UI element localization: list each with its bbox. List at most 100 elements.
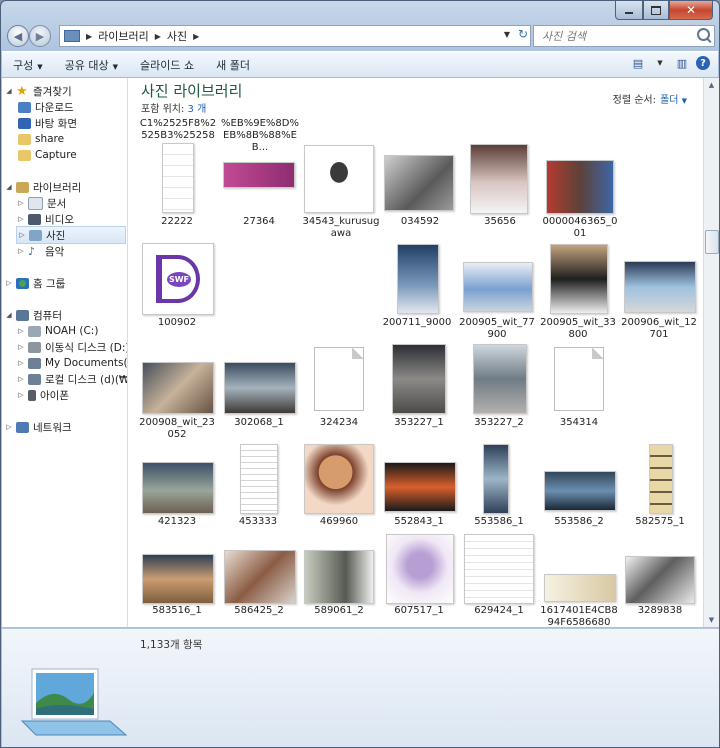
- file-thumbnail[interactable]: [625, 556, 695, 604]
- file-label[interactable]: 586425_2: [219, 605, 299, 617]
- share-with-button[interactable]: 공유 대상 ▼: [54, 57, 129, 73]
- breadcrumb-separator-icon[interactable]: ▶: [84, 32, 94, 41]
- file-thumbnail[interactable]: [463, 262, 533, 312]
- file-label[interactable]: 35656: [460, 216, 540, 228]
- nav-drive-d[interactable]: ▷ 이동식 디스크 (D:): [16, 339, 127, 355]
- file-label[interactable]: 583516_1: [137, 605, 217, 617]
- expand-icon[interactable]: ▷: [16, 327, 26, 335]
- file-thumbnail[interactable]: [464, 534, 534, 604]
- expand-icon[interactable]: ▷: [16, 391, 26, 399]
- generic-file-icon[interactable]: [554, 347, 604, 411]
- expand-icon[interactable]: ◢: [4, 87, 14, 95]
- file-label[interactable]: 582575_1: [620, 516, 700, 528]
- search-box[interactable]: [533, 25, 715, 47]
- file-label[interactable]: 0000046365_001: [540, 216, 620, 240]
- refresh-icon[interactable]: ↻: [518, 27, 528, 41]
- file-label[interactable]: 324234: [299, 417, 379, 429]
- file-label[interactable]: 353227_2: [459, 417, 539, 429]
- file-label[interactable]: 100902: [137, 317, 217, 329]
- file-thumbnail[interactable]: [304, 550, 374, 604]
- file-thumbnail[interactable]: [386, 534, 454, 604]
- nav-capture[interactable]: Capture: [16, 147, 77, 163]
- file-label[interactable]: 629424_1: [459, 605, 539, 617]
- nav-homegroup[interactable]: ▷ 홈 그룹: [4, 275, 65, 291]
- file-label[interactable]: 354314: [539, 417, 619, 429]
- nav-localdisk[interactable]: ▷ 로컬 디스크 (d)(₩₩: [16, 371, 127, 387]
- search-input[interactable]: [540, 28, 694, 44]
- address-bar[interactable]: ▶ 라이브러리 ▶ 사진 ▶ ▼ ↻: [59, 25, 531, 47]
- nav-documents[interactable]: ▷ 문서: [16, 195, 66, 211]
- file-label[interactable]: 453333: [218, 516, 298, 528]
- file-thumbnail[interactable]: [142, 362, 214, 414]
- file-label[interactable]: 353227_1: [379, 417, 459, 429]
- file-label[interactable]: 27364: [219, 216, 299, 228]
- breadcrumb-separator-icon[interactable]: ▶: [191, 32, 201, 41]
- file-thumbnail[interactable]: [550, 244, 608, 314]
- expand-icon[interactable]: ▷: [16, 215, 26, 223]
- file-thumbnail[interactable]: [546, 160, 614, 214]
- file-thumbnail[interactable]: [397, 244, 439, 314]
- search-icon[interactable]: [697, 28, 710, 41]
- file-label[interactable]: 200905_wit_33800: [538, 317, 618, 341]
- file-label[interactable]: 302068_1: [219, 417, 299, 429]
- file-label[interactable]: 552843_1: [379, 516, 459, 528]
- file-label[interactable]: 200711_9000: [377, 317, 457, 329]
- file-thumbnail[interactable]: [142, 554, 214, 604]
- file-thumbnail[interactable]: [142, 462, 214, 514]
- nav-drive-c[interactable]: ▷ NOAH (C:): [16, 323, 98, 339]
- maximize-button[interactable]: [643, 1, 669, 20]
- forward-button[interactable]: ▶: [29, 25, 51, 47]
- file-label[interactable]: 421323: [137, 516, 217, 528]
- back-button[interactable]: ◀: [7, 25, 29, 47]
- scroll-down-icon[interactable]: ▼: [704, 613, 719, 627]
- nav-pictures[interactable]: ▷ 사진: [16, 226, 126, 244]
- file-thumbnail[interactable]: SWF: [142, 243, 214, 315]
- file-label[interactable]: 589061_2: [299, 605, 379, 617]
- view-dropdown-icon[interactable]: ▼: [652, 55, 668, 71]
- file-thumbnail[interactable]: [384, 462, 456, 512]
- file-label[interactable]: 553586_2: [539, 516, 619, 528]
- scroll-up-icon[interactable]: ▲: [704, 78, 719, 92]
- close-button[interactable]: ✕: [669, 1, 713, 20]
- nav-network[interactable]: ▷ 네트워크: [4, 419, 72, 435]
- file-thumbnail[interactable]: [240, 444, 278, 514]
- vertical-scrollbar[interactable]: ▲ ▼: [703, 78, 719, 627]
- breadcrumb-pictures[interactable]: 사진: [163, 28, 191, 44]
- nav-downloads[interactable]: 다운로드: [16, 99, 74, 115]
- file-thumbnail[interactable]: [470, 144, 528, 214]
- file-label[interactable]: 22222: [137, 216, 217, 228]
- file-label[interactable]: 469960: [299, 516, 379, 528]
- expand-icon[interactable]: ▷: [4, 423, 14, 431]
- file-thumbnail[interactable]: [544, 471, 616, 511]
- nav-share[interactable]: share: [16, 131, 64, 147]
- nav-videos[interactable]: ▷ 비디오: [16, 211, 74, 227]
- file-thumbnail[interactable]: [544, 574, 616, 602]
- chevron-down-icon[interactable]: ▼: [682, 97, 687, 105]
- file-thumbnail[interactable]: [223, 162, 295, 188]
- file-thumbnail[interactable]: [624, 261, 696, 313]
- file-thumbnail[interactable]: [162, 143, 194, 213]
- file-thumbnail[interactable]: [649, 444, 673, 514]
- address-dropdown-icon[interactable]: ▼: [504, 30, 510, 39]
- file-thumbnail[interactable]: [483, 444, 509, 514]
- file-label[interactable]: %EB%9E%8D%EB%8B%88%EB...: [220, 118, 300, 154]
- file-thumbnail[interactable]: [304, 145, 374, 213]
- nav-favorites[interactable]: ◢ ★ 즐겨찾기: [4, 83, 71, 99]
- file-label[interactable]: 34543_kurusugawa: [301, 216, 381, 240]
- organize-button[interactable]: 구성 ▼: [2, 57, 54, 73]
- preview-pane-icon[interactable]: ▥: [674, 55, 690, 71]
- file-label[interactable]: 200905_wit_77900: [457, 317, 537, 341]
- slideshow-button[interactable]: 슬라이드 쇼: [129, 57, 205, 73]
- file-label[interactable]: 1617401E4CB894F6586680: [539, 605, 619, 627]
- generic-file-icon[interactable]: [314, 347, 364, 411]
- file-label[interactable]: 607517_1: [379, 605, 459, 617]
- includes-link[interactable]: 3 개: [188, 104, 207, 115]
- nav-music[interactable]: ▷ ♪ 음악: [16, 243, 64, 259]
- new-folder-button[interactable]: 새 폴더: [205, 57, 261, 73]
- breadcrumb-libraries[interactable]: 라이브러리: [94, 28, 153, 44]
- expand-icon[interactable]: ▷: [16, 375, 26, 383]
- file-thumbnail[interactable]: [304, 444, 374, 514]
- file-thumbnail[interactable]: [224, 362, 296, 414]
- nav-desktop[interactable]: 바탕 화면: [16, 115, 77, 131]
- file-thumbnail[interactable]: [473, 344, 527, 414]
